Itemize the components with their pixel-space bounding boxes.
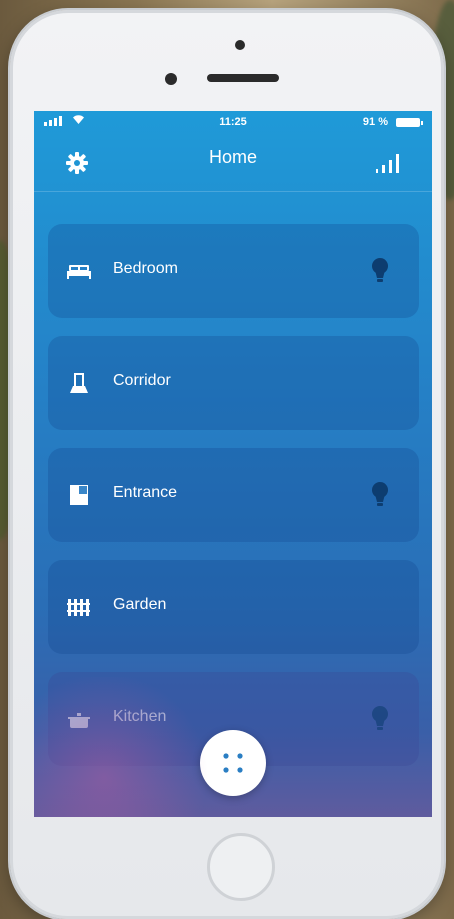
bulb-icon[interactable] xyxy=(371,705,389,733)
bulb-icon[interactable] xyxy=(371,481,389,509)
dots-grid-icon xyxy=(222,752,244,774)
front-camera xyxy=(165,73,177,85)
room-list: Bedroom Corridor Entrance Garden Kitchen xyxy=(48,224,419,784)
page-title: Home xyxy=(208,147,257,167)
status-bar: 11:25 91 % xyxy=(34,111,432,133)
lamp-icon xyxy=(66,372,92,394)
app-screen: 11:25 91 % Home Bedroom Corridor Entranc… xyxy=(34,111,432,817)
battery-icon xyxy=(396,118,423,127)
room-card-garden[interactable]: Garden xyxy=(48,560,419,654)
door-icon xyxy=(66,484,92,506)
menu-fab-button[interactable] xyxy=(200,730,266,796)
nav-bar: Home xyxy=(34,133,432,192)
room-label: Kitchen xyxy=(113,708,167,725)
bulb-icon[interactable] xyxy=(371,257,389,285)
proximity-sensor xyxy=(235,40,245,50)
bed-icon xyxy=(66,260,92,282)
room-card-entrance[interactable]: Entrance xyxy=(48,448,419,542)
room-label: Garden xyxy=(113,596,167,613)
room-label: Corridor xyxy=(113,372,171,389)
signal-bars-icon[interactable] xyxy=(374,152,404,174)
pot-icon xyxy=(66,708,92,730)
home-button[interactable] xyxy=(207,833,275,901)
battery-percentage: 91 % xyxy=(362,116,388,128)
fence-icon xyxy=(66,596,92,618)
room-label: Entrance xyxy=(113,484,178,501)
room-label: Bedroom xyxy=(113,260,178,277)
room-card-corridor[interactable]: Corridor xyxy=(48,336,419,430)
room-card-bedroom[interactable]: Bedroom xyxy=(48,224,419,318)
earpiece-speaker xyxy=(207,74,279,82)
